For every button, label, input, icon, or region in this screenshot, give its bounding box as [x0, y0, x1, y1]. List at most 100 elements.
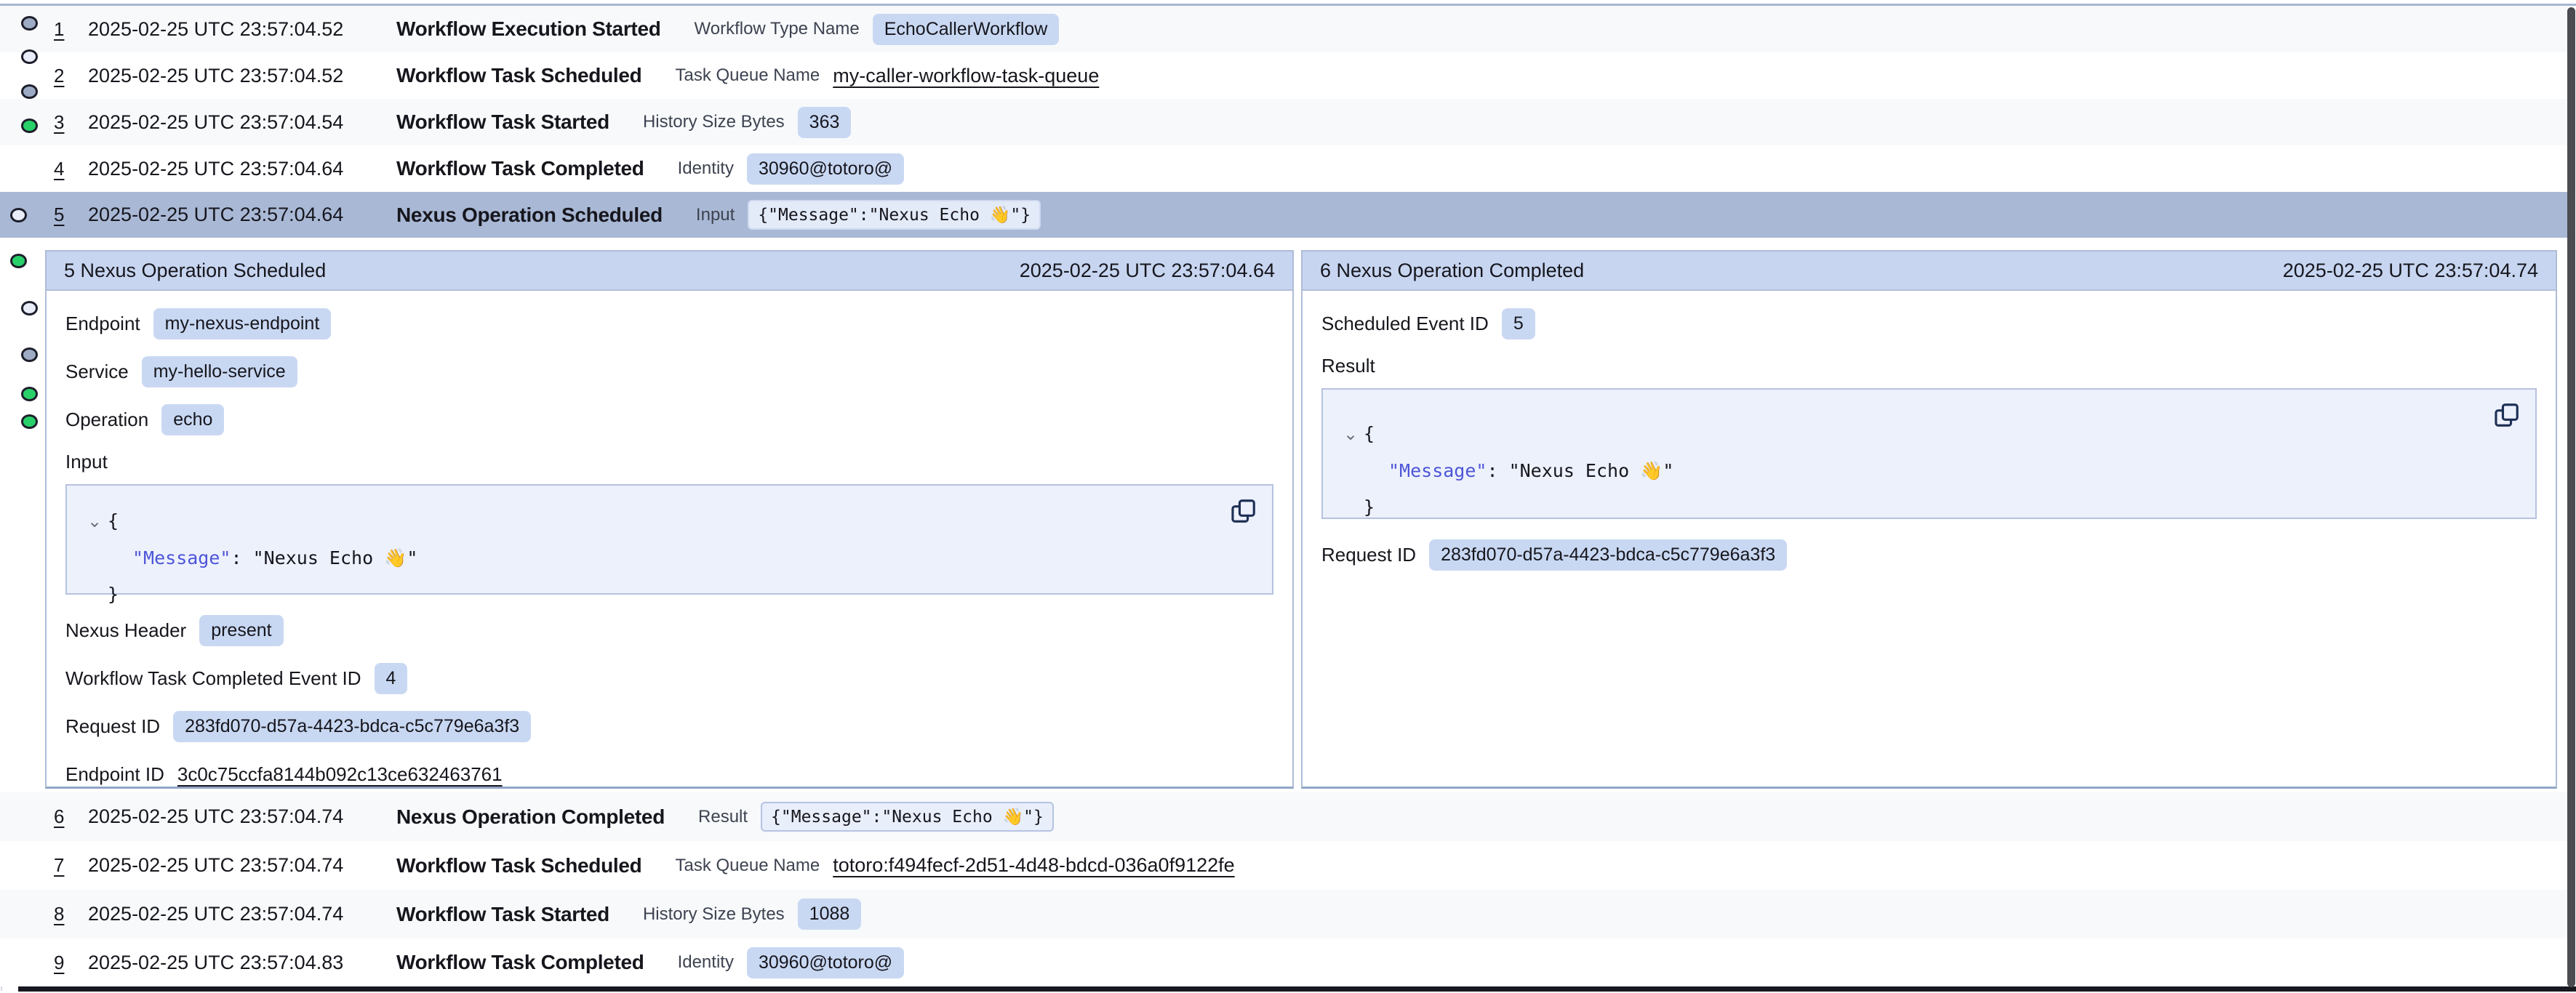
event-name: Workflow Task Scheduled [396, 854, 641, 877]
event-row-6[interactable]: 6 2025-02-25 UTC 23:57:04.74 Nexus Opera… [0, 792, 2569, 841]
field-endpoint: Endpoint my-nexus-endpoint [65, 307, 1273, 340]
collapse-chevron-icon[interactable]: ⌄ [1337, 417, 1364, 453]
event-timestamp: 2025-02-25 UTC 23:57:04.54 [88, 111, 396, 134]
event-5-detail-card: 5 Nexus Operation Scheduled 2025-02-25 U… [45, 250, 1294, 789]
event-history-table-bottom: 6 2025-02-25 UTC 23:57:04.74 Nexus Opera… [0, 792, 2569, 986]
event-id-link[interactable]: 5 [54, 204, 88, 226]
event-attr-value-badge: 30960@totoro@ [747, 153, 904, 185]
field-label: Service [65, 361, 129, 383]
task-queue-link[interactable]: my-caller-workflow-task-queue [833, 65, 1099, 87]
field-service: Service my-hello-service [65, 355, 1273, 388]
field-request-id: Request ID 283fd070-d57a-4423-bdca-c5c77… [65, 709, 1273, 743]
json-line-message: "Message": "Nexus Echo 👋" [1337, 453, 2513, 489]
card-title: 6 Nexus Operation Completed [1320, 260, 1584, 282]
timeline-dot-event-3 [21, 84, 38, 99]
event-row-1[interactable]: 1 2025-02-25 UTC 23:57:04.52 Workflow Ex… [0, 6, 2569, 52]
card-title: 5 Nexus Operation Scheduled [64, 260, 326, 282]
event-timestamp: 2025-02-25 UTC 23:57:04.52 [88, 65, 396, 87]
json-key: "Message" [1388, 460, 1487, 481]
event-row-5-selected[interactable]: 5 2025-02-25 UTC 23:57:04.64 Nexus Opera… [0, 192, 2569, 238]
timeline-dot-event-10 [21, 414, 38, 429]
event-id-link[interactable]: 9 [54, 952, 88, 974]
copy-icon[interactable] [1230, 497, 1257, 525]
event-timestamp: 2025-02-25 UTC 23:57:04.83 [88, 952, 396, 974]
event-id-link[interactable]: 4 [54, 158, 88, 180]
vertical-scrollbar[interactable] [2567, 7, 2575, 987]
endpoint-id-link[interactable]: 3c0c75ccfa8144b092c13ce632463761 [177, 763, 503, 786]
task-queue-link[interactable]: totoro:f494fecf-2d51-4d48-bdcd-036a0f912… [833, 854, 1234, 877]
event-attr-label: Identity [678, 158, 734, 179]
json-line-message: "Message": "Nexus Echo 👋" [81, 540, 1250, 576]
json-key: "Message" [132, 547, 231, 568]
card-timestamp: 2025-02-25 UTC 23:57:04.64 [1020, 260, 1275, 282]
event-attr-label: Task Queue Name [675, 856, 820, 876]
event-history-table: 1 2025-02-25 UTC 23:57:04.52 Workflow Ex… [0, 6, 2569, 238]
event-6-card-header[interactable]: 6 Nexus Operation Completed 2025-02-25 U… [1303, 252, 2556, 291]
input-json-viewer: ⌄{ "Message": "Nexus Echo 👋" } [65, 484, 1273, 595]
event-timestamp: 2025-02-25 UTC 23:57:04.74 [88, 854, 396, 877]
field-label: Operation [65, 409, 148, 431]
timeline-dot-event-5 [10, 208, 27, 222]
json-line-close: } [1337, 489, 2513, 526]
event-timestamp: 2025-02-25 UTC 23:57:04.64 [88, 204, 396, 226]
event-name: Nexus Operation Completed [396, 805, 665, 829]
event-timestamp: 2025-02-25 UTC 23:57:04.64 [88, 158, 396, 180]
event-row-9[interactable]: 9 2025-02-25 UTC 23:57:04.83 Workflow Ta… [0, 938, 2569, 986]
event-attr-label: Task Queue Name [675, 65, 820, 86]
field-label: Request ID [65, 715, 160, 738]
json-value: "Nexus Echo 👋" [1509, 460, 1674, 481]
field-endpoint-id: Endpoint ID 3c0c75ccfa8144b092c13ce63246… [65, 757, 1273, 791]
field-value-badge: present [199, 615, 283, 646]
event-id-link[interactable]: 8 [54, 903, 88, 925]
field-value-badge: 283fd070-d57a-4423-bdca-c5c779e6a3f3 [1429, 539, 1787, 571]
event-row-8[interactable]: 8 2025-02-25 UTC 23:57:04.74 Workflow Ta… [0, 890, 2569, 938]
copy-icon[interactable] [2493, 401, 2521, 429]
event-id-link[interactable]: 6 [54, 805, 88, 828]
event-timestamp: 2025-02-25 UTC 23:57:04.74 [88, 805, 396, 828]
event-attr-label: Result [698, 807, 748, 827]
json-value: "Nexus Echo 👋" [253, 547, 418, 568]
event-attr-label: Identity [678, 952, 734, 973]
result-section-label: Result [1321, 355, 2537, 379]
event-name: Nexus Operation Scheduled [396, 204, 663, 227]
event-attr-value-badge: EchoCallerWorkflow [873, 14, 1060, 45]
event-id-link[interactable]: 3 [54, 111, 88, 134]
event-attr-label: Input [696, 205, 735, 225]
timeline-dot-event-9 [21, 387, 38, 401]
timeline-dot-event-7 [21, 301, 38, 315]
event-attr-value-json-badge: {"Message":"Nexus Echo 👋"} [748, 200, 1041, 230]
event-row-4[interactable]: 4 2025-02-25 UTC 23:57:04.64 Workflow Ta… [0, 145, 2569, 192]
event-row-2[interactable]: 2 2025-02-25 UTC 23:57:04.52 Workflow Ta… [0, 52, 2569, 99]
event-id-link[interactable]: 7 [54, 854, 88, 877]
timeline-dot-event-1 [21, 16, 38, 31]
event-6-detail-card: 6 Nexus Operation Completed 2025-02-25 U… [1301, 250, 2557, 789]
event-name: Workflow Task Scheduled [396, 64, 641, 87]
event-timestamp: 2025-02-25 UTC 23:57:04.52 [88, 18, 396, 41]
workflow-history-panel: 1 2025-02-25 UTC 23:57:04.52 Workflow Ex… [0, 0, 2576, 993]
event-timestamp: 2025-02-25 UTC 23:57:04.74 [88, 903, 396, 925]
card-body: Endpoint my-nexus-endpoint Service my-he… [47, 291, 1292, 821]
json-line-close: } [81, 576, 1250, 613]
event-id-link[interactable]: 2 [54, 65, 88, 87]
event-name: Workflow Task Started [396, 110, 609, 134]
bottom-divider [18, 986, 2576, 992]
event-attr-value-badge: 30960@totoro@ [747, 947, 904, 978]
event-row-7[interactable]: 7 2025-02-25 UTC 23:57:04.74 Workflow Ta… [0, 841, 2569, 890]
field-value-badge: 4 [375, 663, 408, 694]
event-attr-label: History Size Bytes [643, 904, 785, 925]
event-id-link[interactable]: 1 [54, 18, 88, 41]
field-request-id: Request ID 283fd070-d57a-4423-bdca-c5c77… [1321, 538, 2537, 571]
event-name: Workflow Execution Started [396, 17, 661, 41]
expanded-event-details: 5 Nexus Operation Scheduled 2025-02-25 U… [0, 238, 2576, 792]
field-value-badge: echo [161, 404, 224, 435]
field-wft-completed-event-id: Workflow Task Completed Event ID 4 [65, 662, 1273, 695]
field-value-badge: my-hello-service [142, 356, 297, 387]
event-row-3[interactable]: 3 2025-02-25 UTC 23:57:04.54 Workflow Ta… [0, 99, 2569, 145]
event-attr-label: Workflow Type Name [695, 19, 860, 39]
collapse-chevron-icon[interactable]: ⌄ [81, 504, 108, 540]
field-label: Nexus Header [65, 619, 186, 642]
field-nexus-header: Nexus Header present [65, 614, 1273, 647]
timeline-dot-event-8 [21, 347, 38, 362]
card-timestamp: 2025-02-25 UTC 23:57:04.74 [2283, 260, 2538, 282]
event-5-card-header[interactable]: 5 Nexus Operation Scheduled 2025-02-25 U… [47, 252, 1292, 291]
